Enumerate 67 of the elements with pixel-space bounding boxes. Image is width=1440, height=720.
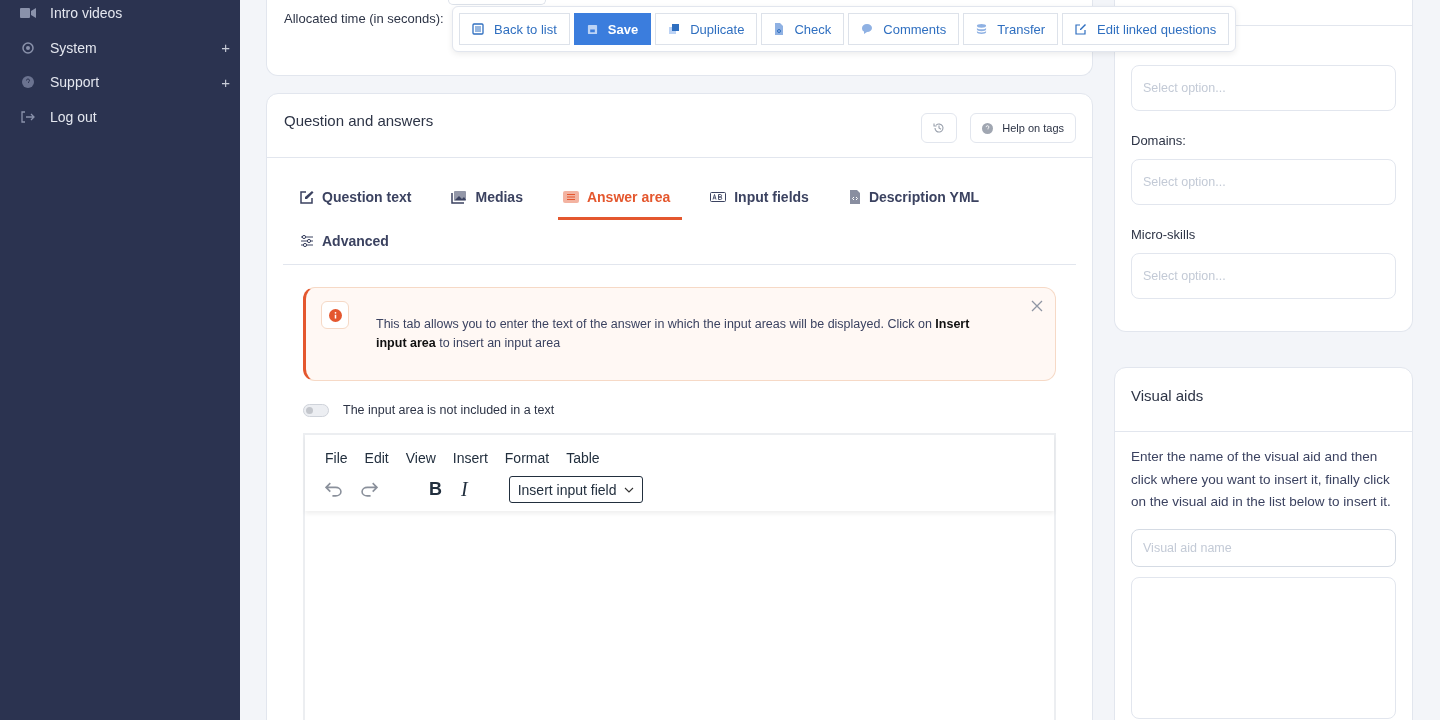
pencil-icon — [300, 189, 314, 204]
image-icon — [451, 189, 468, 204]
tab[interactable]: Advanced — [300, 220, 401, 264]
toolbar-button[interactable]: Edit linked questions — [1062, 13, 1230, 45]
visual-aid-list[interactable] — [1131, 577, 1396, 720]
card-title: Visual aids — [1131, 387, 1205, 404]
visual-aids-description: Enter the name of the visual aid and then click where you want to insert it, finally click on the visual aid in the list below to insert it. — [1131, 448, 1392, 512]
select-field[interactable]: Select option... — [1131, 253, 1396, 299]
alert-message: This tab allows you to enter the text of the answer in which the input areas will be displayed. Click on Insert input area to insert an input area — [376, 316, 971, 352]
tab[interactable]: Answer area — [557, 176, 683, 220]
tab[interactable]: Medias — [451, 176, 535, 220]
expand-toggle[interactable]: + — [221, 39, 230, 57]
sidebar-item[interactable]: Intro videos — [0, 0, 240, 31]
edit-icon — [1075, 23, 1088, 35]
menu-item[interactable]: View — [405, 450, 436, 466]
card-title: Question and answers — [284, 112, 434, 129]
help-icon — [982, 122, 994, 134]
sidebar-item[interactable]: Log out — [0, 99, 240, 134]
code-file-icon — [848, 189, 861, 204]
menu-item[interactable]: Format — [504, 450, 550, 466]
list-icon — [562, 190, 579, 203]
bold-button[interactable]: B — [429, 479, 442, 500]
close-icon[interactable] — [1031, 300, 1043, 312]
tab[interactable]: Question text — [300, 176, 424, 220]
video-camera-icon — [20, 7, 36, 20]
help-on-tags-button[interactable]: Help on tags — [970, 113, 1076, 143]
chat-bubble-icon — [861, 23, 874, 35]
help-icon — [20, 76, 36, 89]
database-icon — [976, 23, 988, 35]
toolbar-button[interactable]: Check — [761, 13, 845, 45]
insert-input-field-dropdown[interactable]: Insert input field — [508, 476, 643, 503]
sidebar-item[interactable]: Support + — [0, 65, 240, 100]
toolbar-button[interactable]: Transfer — [963, 13, 1059, 45]
field-label: Micro-skills — [1131, 227, 1197, 242]
undo-icon[interactable] — [325, 482, 342, 497]
select-field[interactable]: Select option... — [1131, 159, 1396, 205]
toolbar-button[interactable]: Save — [573, 13, 652, 45]
tab[interactable]: Input fields — [710, 176, 821, 220]
history-icon — [933, 122, 946, 134]
toggle-switch[interactable] — [303, 403, 329, 417]
toolbar-button[interactable]: Back to list — [459, 13, 570, 45]
document-icon — [774, 23, 785, 35]
menu-item[interactable]: Edit — [364, 450, 389, 466]
field-label: Domains: — [1131, 133, 1187, 148]
redo-icon[interactable] — [361, 482, 378, 497]
select-field[interactable]: Select option... — [1131, 65, 1396, 111]
tab[interactable]: Description YML — [848, 176, 992, 220]
info-icon — [321, 301, 349, 329]
visual-aid-name-input[interactable]: Visual aid name — [1131, 529, 1396, 568]
text-field-icon — [710, 191, 727, 202]
list-icon — [472, 23, 484, 35]
toggle-label: The input area is not included in a text — [343, 403, 555, 417]
caret-icon — [623, 486, 634, 493]
toolbar-button[interactable]: Duplicate — [655, 13, 758, 45]
menu-item[interactable]: Table — [566, 450, 600, 466]
history-button[interactable] — [921, 113, 958, 143]
target-icon — [20, 41, 36, 54]
expand-toggle[interactable]: + — [221, 73, 230, 91]
logout-icon — [20, 110, 36, 123]
copy-icon — [668, 23, 681, 35]
menu-item[interactable]: File — [325, 450, 348, 466]
italic-button[interactable]: I — [461, 478, 468, 501]
allocated-time-label: Allocated time (in seconds): — [284, 10, 444, 26]
toolbar-button[interactable]: Comments — [848, 13, 960, 45]
sidebar-item[interactable]: System + — [0, 30, 240, 65]
sliders-icon — [300, 234, 314, 247]
menu-item[interactable]: Insert — [452, 450, 488, 466]
